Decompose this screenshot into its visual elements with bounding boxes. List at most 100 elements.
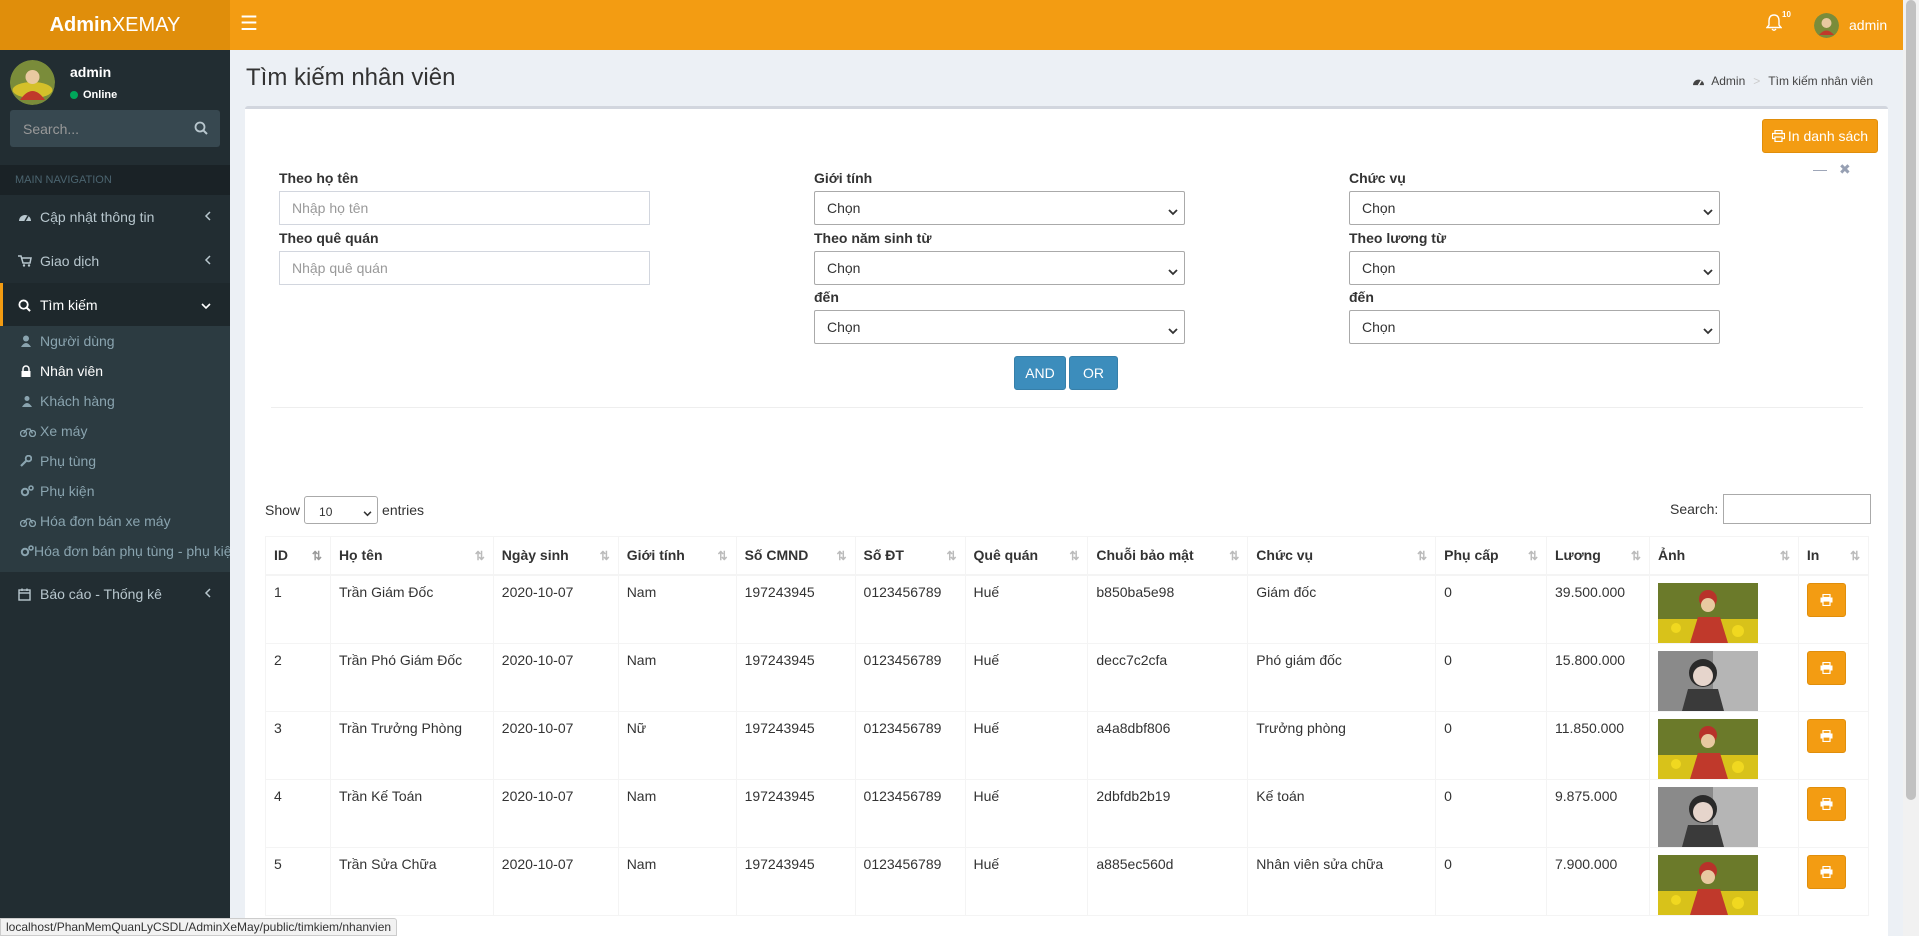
sidebar-item-customers[interactable]: Khách hàng [0, 386, 230, 416]
entries-select[interactable]: 10 [304, 496, 379, 524]
collapse-icon[interactable]: — [1813, 161, 1827, 178]
sidebar-item-parts[interactable]: Phụ tùng [0, 446, 230, 476]
nav-header: MAIN NAVIGATION [0, 165, 230, 195]
and-button[interactable]: AND [1014, 356, 1066, 390]
cell-photo [1648, 778, 1799, 848]
cell-cmnd: 197243945 [735, 642, 856, 712]
nav-item-reports[interactable]: Báo cáo - Thống kê [0, 572, 230, 616]
birth-to-select[interactable]: Chọn [814, 310, 1185, 344]
page-scrollbar[interactable] [1903, 0, 1919, 936]
menu-toggle-icon[interactable]: ☰ [240, 14, 258, 34]
birth-from-select[interactable]: Chọn [814, 251, 1185, 285]
breadcrumb-separator: > [1753, 74, 1761, 88]
hometown-input[interactable] [279, 251, 650, 285]
sidebar-item-motorbikes[interactable]: Xe máy [0, 416, 230, 446]
print-row-button[interactable] [1806, 854, 1846, 889]
column-header-cmnd[interactable]: Số CMND ⇅ [735, 536, 856, 576]
sidebar-search-input[interactable] [10, 110, 180, 147]
user-menu[interactable]: admin [1814, 12, 1887, 38]
nav-item-search[interactable]: Tìm kiếm [0, 283, 230, 327]
table-row: 2 Trần Phó Giám Đốc 2020-10-07 Nam 197243945… [265, 642, 1870, 712]
gender-select[interactable]: Chọn [814, 191, 1185, 225]
sidebar-item-employees[interactable]: Nhân viên [0, 356, 230, 386]
cell-dob: 2020-10-07 [492, 710, 619, 780]
cell-phone: 0123456789 [854, 642, 966, 712]
hometown-label: Theo quê quán [279, 230, 379, 246]
column-header-salary[interactable]: Lương ⇅ [1546, 536, 1650, 576]
column-header-allowance[interactable]: Phụ cấp ⇅ [1435, 536, 1547, 576]
cell-id: 5 [265, 846, 331, 916]
cell-name: Trần Giám Đốc [329, 574, 494, 644]
breadcrumb-home[interactable]: Admin [1711, 74, 1745, 88]
name-input[interactable] [279, 191, 650, 225]
column-header-gender[interactable]: Giới tính ⇅ [617, 536, 737, 576]
search-icon[interactable] [194, 121, 208, 138]
print-row-button[interactable] [1806, 582, 1846, 617]
column-header-hometown[interactable]: Quê quán ⇅ [964, 536, 1089, 576]
salary-to-select[interactable]: Chọn [1349, 310, 1720, 344]
print-row-button[interactable] [1806, 786, 1846, 821]
table-search-input[interactable] [1723, 494, 1872, 524]
print-icon [1820, 797, 1833, 810]
cell-gender: Nam [617, 574, 737, 644]
sidebar-item-bike-invoices[interactable]: Hóa đơn bán xe máy [0, 506, 230, 536]
sort-icon: ⇅ [1849, 549, 1860, 563]
gender-label: Giới tính [814, 170, 873, 186]
cell-salary: 9.875.000 [1546, 778, 1650, 848]
cell-position: Phó giám đốc [1247, 642, 1437, 712]
sort-icon: ⇅ [717, 549, 728, 563]
column-header-phone[interactable]: Số ĐT ⇅ [854, 536, 966, 576]
content-wrapper: Tìm kiếm nhân viên Admin > Tìm kiếm nhân… [230, 50, 1903, 936]
search-icon [18, 298, 40, 312]
cell-position: Kế toán [1247, 778, 1437, 848]
cell-phone: 0123456789 [854, 778, 966, 848]
column-header-id[interactable]: ID ⇅ [265, 536, 331, 576]
motorcycle-icon [20, 426, 40, 437]
sidebar-item-parts-invoices[interactable]: Hóa đơn bán phụ tùng - phụ kiện [0, 536, 230, 566]
print-icon [1771, 130, 1785, 142]
close-icon[interactable]: ✖ [1839, 161, 1851, 178]
box-tools: — ✖ [1813, 161, 1851, 178]
column-header-name[interactable]: Họ tên ⇅ [329, 536, 494, 576]
sort-icon: ⇅ [474, 549, 485, 563]
nav-item-transactions[interactable]: Giao dịch [0, 239, 230, 283]
column-header-dob[interactable]: Ngày sinh ⇅ [492, 536, 619, 576]
scrollbar-thumb[interactable] [1906, 0, 1916, 800]
cell-position: Trưởng phòng [1247, 710, 1437, 780]
logo[interactable]: AdminXEMAY [0, 0, 230, 50]
sort-icon: ⇅ [1069, 549, 1080, 563]
cell-photo [1648, 574, 1799, 644]
cell-secret: 2dbfdb2b19 [1087, 778, 1249, 848]
table-row: 4 Trần Kế Toán 2020-10-07 Nam 197243945 01234… [265, 778, 1870, 848]
nav-item-update[interactable]: Cập nhật thông tin [0, 195, 230, 239]
salary-from-select[interactable]: Chọn [1349, 251, 1720, 285]
sidebar-item-users[interactable]: Người dùng [0, 326, 230, 356]
page-title: Tìm kiếm nhân viên [246, 64, 456, 91]
position-select[interactable]: Chọn [1349, 191, 1720, 225]
table-search: Search: [1670, 494, 1872, 524]
column-header-secret[interactable]: Chuỗi bảo mật ⇅ [1087, 536, 1249, 576]
cell-secret: a4a8dbf806 [1087, 710, 1249, 780]
cart-icon [18, 255, 40, 267]
cell-hometown: Huế [964, 778, 1089, 848]
cell-print [1797, 574, 1870, 644]
birth-from-label: Theo năm sinh từ [814, 230, 932, 246]
column-header-print[interactable]: In ⇅ [1797, 536, 1870, 576]
sidebar: admin Online MAIN NAVIGATION Cập nhật th… [0, 50, 230, 936]
or-button[interactable]: OR [1069, 356, 1118, 390]
position-label: Chức vụ [1349, 170, 1406, 186]
entries-length: Show 10 entries [265, 496, 424, 524]
cell-name: Trần Sửa Chữa [329, 846, 494, 916]
cell-gender: Nam [617, 778, 737, 848]
print-row-button[interactable] [1806, 718, 1846, 753]
print-list-button[interactable]: In danh sách [1762, 119, 1878, 153]
cell-gender: Nữ [617, 710, 737, 780]
print-row-button[interactable] [1806, 650, 1846, 685]
cell-salary: 11.850.000 [1546, 710, 1650, 780]
sidebar-item-accessories[interactable]: Phụ kiện [0, 476, 230, 506]
column-header-photo[interactable]: Ảnh ⇅ [1648, 536, 1799, 576]
column-header-position[interactable]: Chức vụ ⇅ [1247, 536, 1437, 576]
sidebar-search [10, 110, 220, 147]
chevron-down-icon [200, 297, 212, 313]
sidebar-user-name: admin [70, 64, 112, 80]
